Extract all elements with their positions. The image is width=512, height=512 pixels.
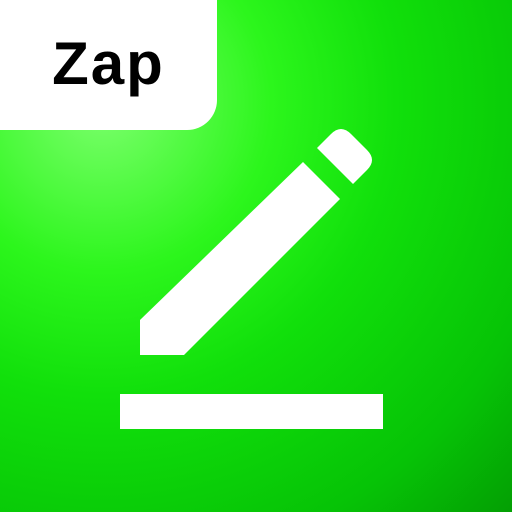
app-icon: Zap	[0, 0, 512, 512]
pencil-eraser	[317, 129, 372, 184]
pencil-icon	[140, 129, 372, 355]
underline-bar	[120, 394, 383, 429]
pencil-body	[140, 162, 340, 355]
